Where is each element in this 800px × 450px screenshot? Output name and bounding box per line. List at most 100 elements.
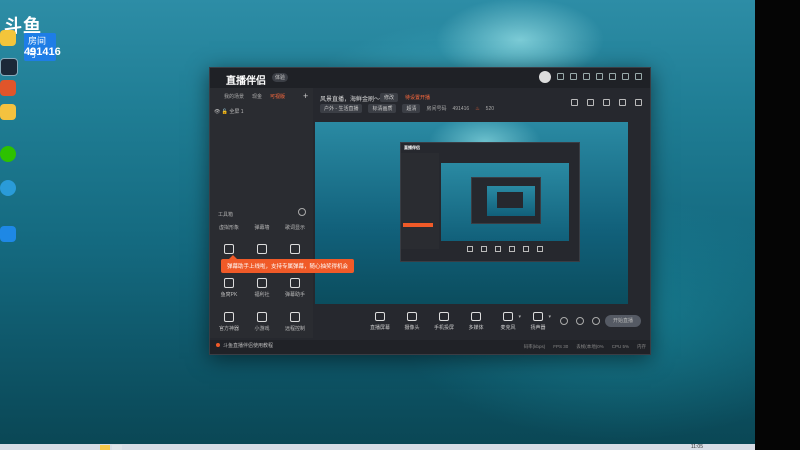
- tool-label: 弹幕墙: [254, 225, 270, 231]
- visibility-icon[interactable]: [576, 317, 584, 325]
- inner-media-icon: [509, 246, 515, 252]
- tool-virtual-avatar[interactable]: 虚拟形象: [214, 224, 244, 231]
- toolbox-title: 工具箱: [218, 212, 234, 218]
- scene-sidebar: 我的场景 现金 可视版 + 👁 🔓 全屏 1 工具箱 虚拟形象 弹幕墙 歌词显示…: [210, 88, 313, 338]
- scene-item[interactable]: 👁 🔓 全屏 1: [214, 108, 244, 115]
- stream-stats: 码率(kbps) FPS 30 丢帧(本地)0% CPU 5% 内存: [524, 344, 646, 350]
- title-bar: 直播伴侣 体验: [210, 68, 650, 88]
- steam-icon[interactable]: [0, 58, 18, 76]
- heat-value: 520: [485, 105, 495, 112]
- speaker-icon: [533, 312, 543, 321]
- tab-my-scenes[interactable]: 我的场景: [224, 93, 244, 100]
- version-badge[interactable]: 体验: [272, 73, 289, 82]
- inner-tooltip: [403, 223, 433, 227]
- tool-mini-game[interactable]: 小游戏: [247, 312, 277, 332]
- inner-mic-icon: [523, 246, 529, 252]
- bell-icon[interactable]: [619, 99, 626, 106]
- inner-camera-icon: [481, 246, 487, 252]
- qq-icon[interactable]: [0, 30, 16, 46]
- inner-screen-icon: [467, 246, 473, 252]
- app-icon[interactable]: [0, 80, 16, 96]
- taskbar-app[interactable]: [100, 445, 110, 450]
- skin-icon[interactable]: [557, 73, 564, 80]
- edit-title-button[interactable]: 修改: [380, 93, 399, 102]
- screen-capture-button[interactable]: 直播屏幕: [365, 312, 395, 331]
- barrage-assist-tooltip[interactable]: 弹幕助手上线啦，支持专属弹幕，随心抽奖得机会: [221, 255, 355, 273]
- edge-icon[interactable]: [0, 180, 16, 196]
- camera-button[interactable]: 摄像头: [397, 312, 427, 331]
- speaker-button[interactable]: 扬声器 ▾: [523, 312, 553, 331]
- settings-icon[interactable]: [592, 317, 600, 325]
- remote-icon: [290, 312, 300, 322]
- tool-welfare[interactable]: 福利社: [247, 278, 277, 298]
- add-scene-button[interactable]: +: [303, 92, 308, 101]
- portrait-icon[interactable]: [603, 99, 610, 106]
- gear-icon[interactable]: [298, 208, 306, 216]
- room-id: 491416: [452, 105, 470, 112]
- desktop-icons: [0, 0, 20, 260]
- browser-icon[interactable]: [0, 226, 16, 242]
- tutorial-notice[interactable]: 斗鱼直播伴侣使用教程: [216, 342, 273, 349]
- preview-recursive-window: 直播伴侣: [400, 142, 580, 262]
- tool-mic[interactable]: [280, 244, 310, 257]
- gift-icon[interactable]: [583, 73, 590, 80]
- taskbar-app[interactable]: [112, 445, 122, 450]
- lock-icon[interactable]: 🔓: [222, 109, 228, 115]
- phone-cast-icon: [439, 312, 449, 321]
- mic-icon: [290, 244, 300, 254]
- tab-visual[interactable]: 可视版: [270, 93, 285, 100]
- eye-icon[interactable]: 👁: [214, 109, 220, 115]
- inner-window-3: [497, 192, 523, 208]
- menu-icon[interactable]: [596, 73, 603, 80]
- app-title: 直播伴侣: [226, 76, 266, 87]
- tool-barrage-assist[interactable]: 弹幕助手: [280, 278, 310, 298]
- tab-cash[interactable]: 现金: [252, 93, 262, 100]
- inner-sidebar: [401, 153, 439, 249]
- room-meta: 户外 - 生活直播 标清画质 超清 房间号码 491416 ♨ 520: [320, 104, 494, 113]
- lock-icon[interactable]: [587, 99, 594, 106]
- mic-button[interactable]: 麦克风 ▾: [493, 312, 523, 331]
- stat-bitrate: 码率(kbps): [523, 344, 546, 349]
- tool-download[interactable]: [247, 244, 277, 257]
- chevron-down-icon[interactable]: ▾: [548, 314, 551, 320]
- tool-pk[interactable]: 鱼窝PK: [214, 278, 244, 298]
- tool-label: 福利社: [254, 292, 270, 298]
- quality-tag: 超清: [402, 104, 421, 113]
- tool-label: 小游戏: [254, 326, 270, 332]
- record-icon[interactable]: [560, 317, 568, 325]
- tool-official[interactable]: 官方神器: [214, 312, 244, 332]
- minimize-icon[interactable]: [609, 73, 616, 80]
- tool-remote[interactable]: 远程控制: [280, 312, 310, 332]
- inner-title: 直播伴侣: [404, 145, 420, 150]
- share-icon[interactable]: [635, 99, 642, 106]
- download-icon: [257, 244, 267, 254]
- tool-barrage-wall[interactable]: 弹幕墙: [247, 224, 277, 231]
- maximize-icon[interactable]: [622, 73, 629, 80]
- room-id-label: 房间号码: [426, 106, 447, 112]
- stat-dropped: 丢帧(本地)0%: [576, 344, 604, 349]
- category-button[interactable]: 户外 - 生活直播: [320, 104, 363, 113]
- close-icon[interactable]: [635, 73, 642, 80]
- wechat-icon[interactable]: [0, 146, 16, 162]
- avatar[interactable]: [539, 71, 551, 83]
- room-number: 491416: [24, 46, 61, 58]
- mic-icon: [503, 312, 513, 321]
- media-button[interactable]: 多媒体: [461, 312, 491, 331]
- status-bar: 斗鱼直播伴侣使用教程 码率(kbps) FPS 30 丢帧(本地)0% CPU …: [210, 340, 650, 354]
- tool-label: 鱼窝PK: [220, 292, 238, 298]
- tool-label: 远程控制: [284, 326, 305, 332]
- stat-cpu: CPU 5%: [611, 344, 629, 349]
- stream-preview[interactable]: 直播伴侣: [315, 122, 628, 304]
- heat-icon: ♨: [475, 105, 480, 112]
- start-live-button[interactable]: 开始直播: [605, 315, 641, 327]
- phone-cast-button[interactable]: 手机投屏: [429, 312, 459, 331]
- tool-label: 歌词显示: [284, 225, 305, 231]
- chevron-down-icon[interactable]: ▾: [518, 314, 521, 320]
- control-label: 手机投屏: [433, 325, 454, 331]
- quality-select[interactable]: 标清画质: [368, 104, 397, 113]
- game-icon[interactable]: [0, 104, 16, 120]
- message-icon[interactable]: [570, 73, 577, 80]
- share-screen-icon[interactable]: [571, 99, 578, 106]
- control-label: 多媒体: [468, 325, 484, 331]
- tool-lyrics[interactable]: 歌词显示: [280, 224, 310, 231]
